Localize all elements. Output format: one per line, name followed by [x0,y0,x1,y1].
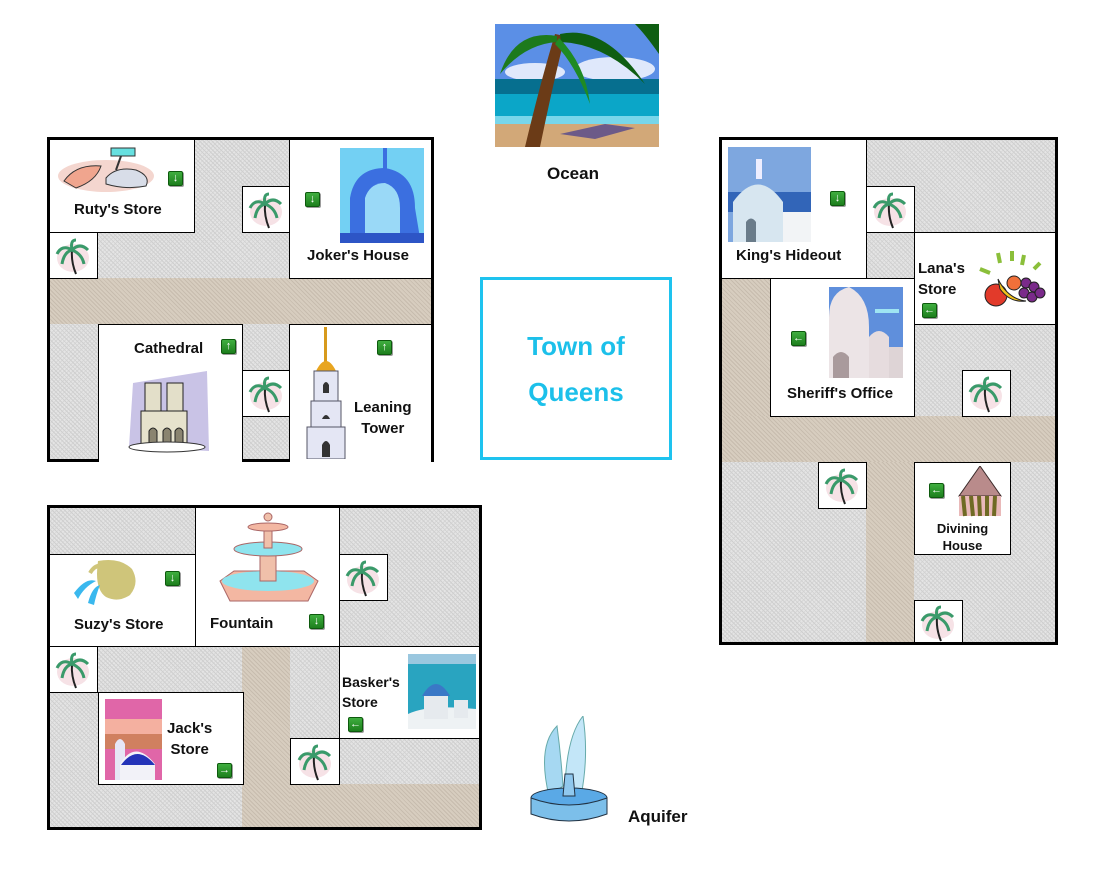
door-arrow-icon[interactable]: ↓ [830,191,845,206]
cathedral-label: Cathedral [134,340,204,357]
building-rutys-store[interactable]: ↓ Ruty's Store [50,140,195,233]
kings-hideout-label: King's Hideout [736,247,842,264]
building-suzys-store[interactable]: ↓ Suzy's Store [50,554,196,647]
door-arrow-icon[interactable]: ↓ [305,192,320,207]
door-arrow-icon[interactable]: ← [929,483,944,498]
road [722,416,1055,462]
baskers-store-image [408,654,476,729]
door-arrow-icon[interactable]: → [217,763,232,778]
aquifer-label: Aquifer [628,807,688,826]
block-northwest: ↓ Ruty's Store ↓ Joker's House Cathedral… [47,137,434,462]
palm-tree-icon [920,605,955,642]
jokers-house-label: Joker's House [307,247,409,264]
fountain-label: Fountain [210,615,274,632]
door-arrow-icon[interactable]: ↑ [221,339,236,354]
door-arrow-icon[interactable]: ← [791,331,806,346]
jokers-house-image [340,148,424,243]
building-jokers-house[interactable]: ↓ Joker's House [289,140,431,279]
palm-tree-icon [248,192,283,229]
suzys-store-image [74,560,136,605]
door-arrow-icon[interactable]: ↑ [377,340,392,355]
palm-tree-icon [824,468,859,505]
palm-tree-icon [55,652,90,689]
ocean-label: Ocean [547,164,599,183]
door-arrow-icon[interactable]: ← [348,717,363,732]
town-title-box: Town of Queens [480,277,672,460]
palm-tree-icon [248,376,283,413]
road [50,278,431,324]
palm-tree-cell [818,462,867,509]
door-arrow-icon[interactable]: ← [922,303,937,318]
palm-tree-cell [339,554,388,601]
block-southwest: ↓ Suzy's Store Fountain ↓ Jack's Store →… [47,505,482,830]
door-arrow-icon[interactable]: ↓ [168,171,183,186]
palm-tree-cell [242,186,290,233]
road [722,278,770,416]
palm-tree-cell [914,600,963,642]
building-leaning-tower[interactable]: ↑ Leaning Tower [289,324,431,462]
building-lanas-store[interactable]: Lana's Store ← [914,232,1055,325]
building-baskers-store[interactable]: Basker's Store ← [339,646,479,739]
palm-tree-cell [50,232,98,279]
leaning-tower-label: Leaning Tower [354,399,412,437]
sheriffs-office-label: Sheriff's Office [787,385,894,402]
palm-tree-cell [962,370,1011,417]
lanas-store-label: Lana's Store [918,260,965,298]
palm-tree-icon [297,744,332,781]
palm-tree-icon [345,560,380,597]
palm-tree-cell [290,738,340,785]
palm-tree-icon [55,238,90,275]
building-cathedral[interactable]: Cathedral ↑ [98,324,243,462]
rutys-store-label: Ruty's Store [74,201,162,218]
building-fountain[interactable]: Fountain ↓ [195,508,340,647]
road [242,646,290,827]
road [290,784,479,827]
building-jacks-store[interactable]: Jack's Store → [98,692,244,785]
town-title: Town of Queens [527,330,625,407]
road [866,462,914,642]
block-east: ↓ King's Hideout Lana's Store ← ← Sherif… [719,137,1058,645]
divining-house-label: Divining House [936,521,989,553]
kings-hideout-image [728,147,811,242]
jacks-store-image [105,699,162,780]
building-kings-hideout[interactable]: ↓ King's Hideout [722,140,867,279]
rutys-store-image [58,147,154,192]
cathedral-image [128,371,209,453]
jacks-store-label: Jack's Store [167,720,213,758]
door-arrow-icon[interactable]: ↓ [165,571,180,586]
palm-tree-cell [50,646,98,693]
divining-house-image [958,466,1002,517]
aquifer-image[interactable] [527,716,611,830]
lanas-store-image [979,251,1046,307]
sheriffs-office-image [829,287,903,378]
palm-tree-icon [968,376,1003,413]
ocean-image[interactable] [495,24,659,147]
door-arrow-icon[interactable]: ↓ [309,614,324,629]
baskers-store-label: Basker's Store [342,674,400,710]
fountain-image [219,512,319,602]
leaning-tower-image [306,327,346,459]
palm-tree-cell [866,186,915,233]
building-sheriffs-office[interactable]: ← Sheriff's Office [770,278,915,417]
palm-tree-cell [242,370,290,417]
building-divining-house[interactable]: ← Divining House [914,462,1011,555]
suzys-store-label: Suzy's Store [74,616,164,633]
palm-tree-icon [872,192,907,229]
